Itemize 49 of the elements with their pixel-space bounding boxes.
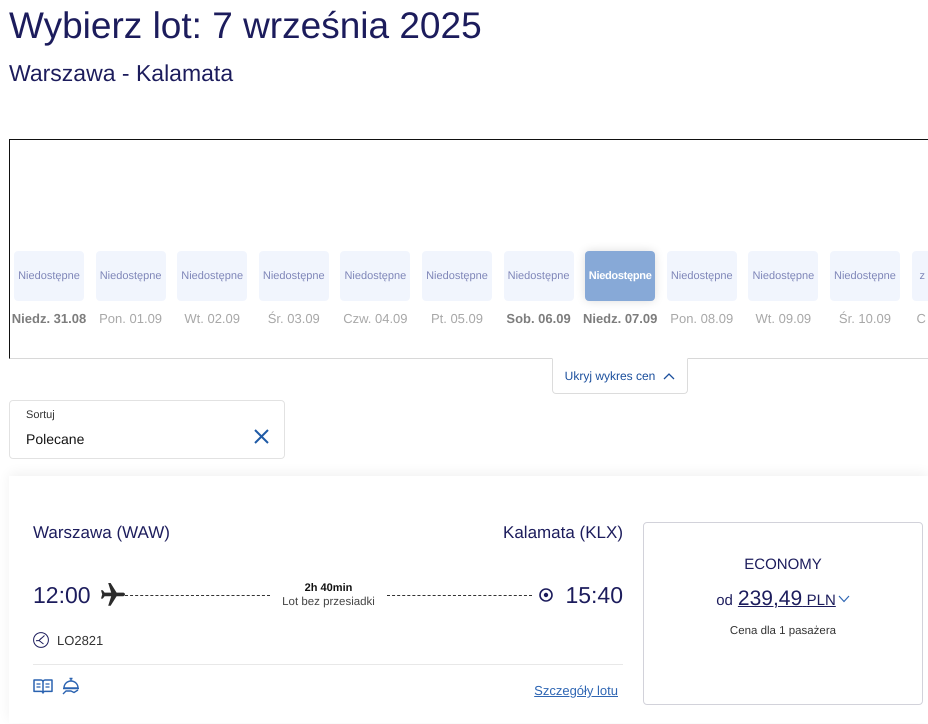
book-icon <box>33 678 53 694</box>
chevron-up-icon <box>663 372 676 380</box>
departure-time: 12:00 <box>33 581 91 610</box>
day-price-tile[interactable]: Niedostępne <box>666 251 737 301</box>
flight-details-link[interactable]: Szczegóły lotu <box>534 683 618 698</box>
hide-chart-button[interactable]: Ukryj wykres cen <box>552 358 688 394</box>
day-date: C <box>916 311 926 327</box>
day-price-tile[interactable]: Niedostępne <box>585 251 656 301</box>
fare-card[interactable]: ECONOMY od 239,49 PLN Cena dla 1 pasażera <box>643 522 923 705</box>
flight-duration: 2h 40min <box>304 581 352 595</box>
flight-number: LO2821 <box>57 632 104 648</box>
day-price-tile[interactable]: Niedostępne <box>504 251 574 301</box>
chevron-down-icon[interactable] <box>838 595 850 603</box>
day-price-tile[interactable]: Niedostępne <box>340 251 410 301</box>
day-date: Wt. 09.09 <box>756 311 812 327</box>
cabin-class: ECONOMY <box>744 555 822 575</box>
day-date: Niedz. 31.08 <box>12 311 86 327</box>
day-date: Wt. 02.09 <box>184 311 240 327</box>
day-date: Niedz. 07.09 <box>582 311 658 327</box>
day-price-tile[interactable]: Niedostępne <box>748 251 818 301</box>
stops-info: Lot bez przesiadki <box>282 595 375 609</box>
route-subtitle: Warszawa - Kalamata <box>9 59 234 87</box>
page-title: Wybierz lot: 7 września 2025 <box>9 4 482 48</box>
day-date: Pon. 01.09 <box>99 311 162 327</box>
day-date: Sob. 06.09 <box>506 311 571 327</box>
day-price-tile[interactable]: Niedostępne <box>14 251 84 301</box>
airline-logo-icon <box>33 632 49 648</box>
day-price-tile[interactable]: Niedostępne <box>258 251 329 301</box>
day-price-tile[interactable]: Niedostępne <box>830 251 900 301</box>
plane-icon <box>100 583 125 607</box>
day-price-tile[interactable]: z <box>912 251 928 301</box>
arrival-time: 15:40 <box>565 581 624 610</box>
origin-city: Warszawa (WAW) <box>33 522 170 544</box>
day-date: Śr. 03.09 <box>268 311 320 327</box>
day-date: Czw. 04.09 <box>343 311 408 327</box>
day-date: Śr. 10.09 <box>838 311 891 327</box>
close-icon[interactable] <box>254 429 269 444</box>
price-link[interactable]: 239,49 PLN <box>738 587 836 611</box>
price-note: Cena dla 1 pasażera <box>730 625 836 637</box>
sort-dropdown[interactable]: Sortuj Polecane <box>9 400 285 459</box>
destination-city: Kalamata (KLX) <box>503 522 623 544</box>
day-date: Pt. 05.09 <box>430 311 483 327</box>
day-price-tile[interactable]: Niedostępne <box>177 251 248 301</box>
day-price-tile[interactable]: Niedostępne <box>422 251 492 301</box>
price-prefix: od <box>716 592 733 609</box>
day-price-tile[interactable]: Niedostępne <box>96 251 166 301</box>
destination-marker-icon <box>539 588 554 602</box>
day-date: Pon. 08.09 <box>670 311 734 327</box>
cloche-icon <box>61 676 81 696</box>
